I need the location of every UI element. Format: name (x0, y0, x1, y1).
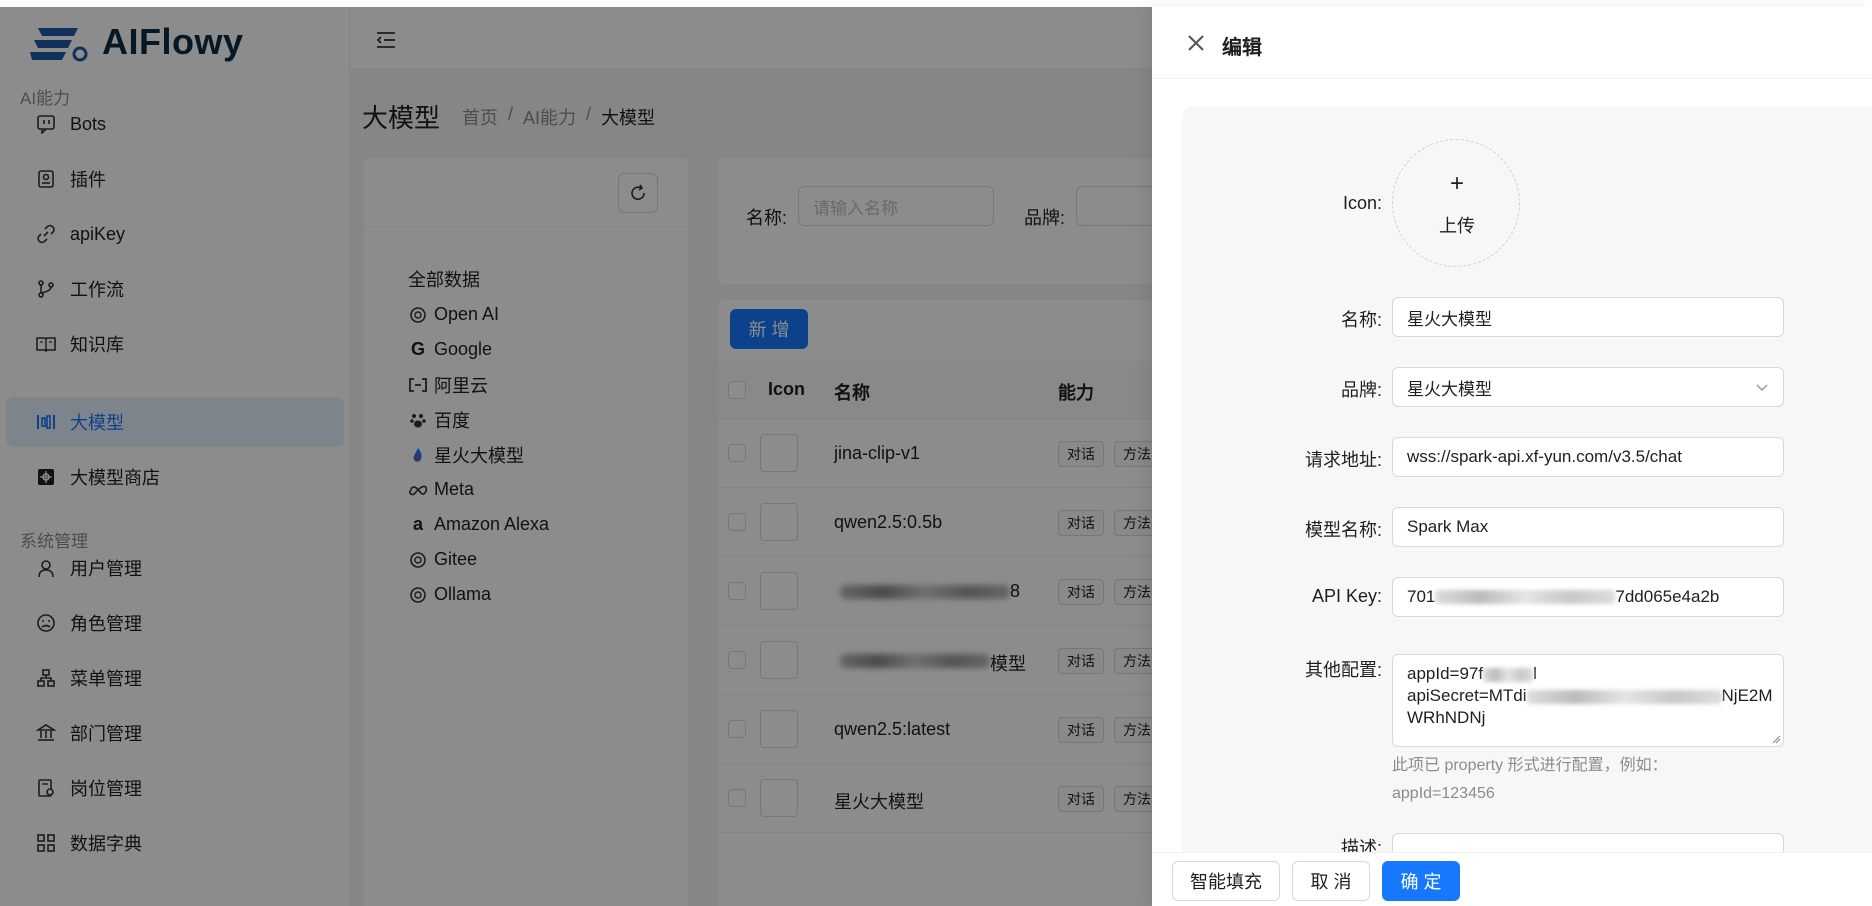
config-line-text: appId=97f (1407, 664, 1484, 683)
other-config-label: 其他配置: (1304, 660, 1382, 680)
redacted-text (1483, 667, 1534, 682)
description-input[interactable] (1392, 833, 1784, 852)
other-config-help: 此项已 property 形式进行配置，例如：appId=123456 (1392, 757, 1668, 802)
drawer-title: 编辑 (1222, 37, 1262, 59)
window-top-strip (0, 0, 1872, 7)
url-label: 请求地址: (1304, 450, 1382, 470)
name-input[interactable]: 星火大模型 (1392, 297, 1784, 337)
api-key-input[interactable]: 701 7dd065e4a2b (1392, 577, 1784, 617)
upload-label: 上传 (1439, 216, 1475, 236)
name-label: 名称: (1340, 310, 1382, 330)
api-key-suffix: 7dd065e4a2b (1615, 587, 1720, 606)
chevron-down-icon (1756, 384, 1768, 392)
smart-fill-button[interactable]: 智能填充 (1172, 861, 1280, 901)
url-input[interactable]: wss://spark-api.xf-yun.com/v3.5/chat (1392, 437, 1784, 477)
brand-select-value: 星火大模型 (1407, 379, 1492, 399)
icon-label: Icon: (1342, 193, 1382, 213)
description-label: 描述: (1340, 838, 1382, 852)
api-key-label: API Key: (1311, 586, 1382, 606)
redacted-text (1435, 590, 1616, 604)
api-key-prefix: 701 (1407, 587, 1436, 606)
drawer-header: 编辑 (1152, 7, 1872, 79)
cancel-button[interactable]: 取 消 (1292, 861, 1370, 901)
redacted-text (1526, 689, 1722, 704)
edit-drawer: 编辑 Icon: + 上传 名称: 星火大模型 品牌: 星火大模型 请求地址: … (1152, 7, 1872, 906)
config-line-text: NjE2M (1721, 686, 1773, 705)
config-line-text: l (1533, 664, 1537, 683)
plus-icon: + (1449, 170, 1464, 197)
close-icon[interactable] (1186, 33, 1206, 53)
config-line-text: apiSecret=MTdi (1407, 686, 1527, 705)
edit-form: Icon: + 上传 名称: 星火大模型 品牌: 星火大模型 请求地址: wss… (1182, 107, 1872, 852)
config-line: apiSecret=MTdi NjE2M (1407, 685, 1773, 707)
drawer-mask[interactable] (0, 7, 1152, 906)
config-line: WRhNDNj (1407, 708, 1486, 727)
other-config-textarea[interactable]: appId=97f l apiSecret=MTdi NjE2M WRhNDNj (1392, 654, 1784, 747)
resize-handle-icon[interactable] (1771, 734, 1781, 744)
confirm-button[interactable]: 确 定 (1382, 861, 1460, 901)
brand-select[interactable]: 星火大模型 (1392, 367, 1784, 407)
model-name-input[interactable]: Spark Max (1392, 507, 1784, 547)
brand-label: 品牌: (1340, 380, 1382, 400)
drawer-footer: 智能填充 取 消 确 定 (1152, 852, 1872, 906)
icon-upload[interactable]: + 上传 (1392, 139, 1520, 267)
config-line: appId=97f l (1407, 663, 1769, 685)
model-name-label: 模型名称: (1304, 520, 1382, 540)
